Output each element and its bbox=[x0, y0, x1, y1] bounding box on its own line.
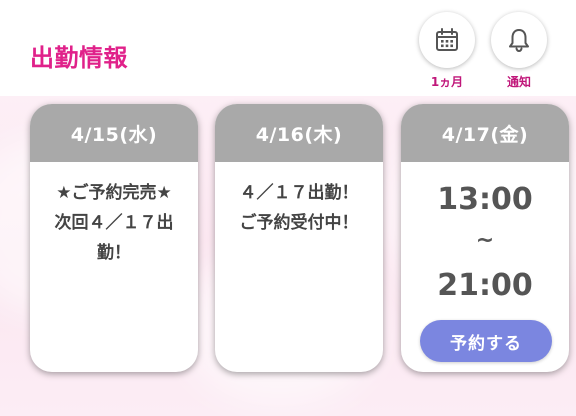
card-date: 4/16(木) bbox=[215, 104, 383, 162]
card-date: 4/15(水) bbox=[30, 104, 198, 162]
schedule-card: 4/16(木) ４／１７出勤！ ご予約受付中！ bbox=[215, 104, 383, 372]
card-message: ４／１７出勤！ ご予約受付中！ bbox=[239, 183, 359, 233]
notification-label: 通知 bbox=[506, 75, 531, 89]
reserve-button[interactable]: 予約する bbox=[420, 320, 552, 362]
schedule-card: 4/15(水) ★ご予約完売★ 次回４／１７出 勤！ bbox=[30, 104, 198, 372]
notification-button[interactable] bbox=[491, 12, 547, 68]
page-title: 出勤情報 bbox=[30, 44, 128, 72]
bell-icon bbox=[506, 27, 532, 53]
card-date: 4/17(金) bbox=[401, 104, 569, 162]
card-message: ★ご予約完売★ 次回４／１７出 勤！ bbox=[54, 183, 174, 263]
schedule-card: 4/17(金) 13:00 ~ 21:00 予約する bbox=[401, 104, 569, 372]
calendar-icon bbox=[434, 27, 460, 53]
time-separator: ~ bbox=[475, 228, 495, 253]
calendar-label: 1ヵ月 bbox=[430, 75, 464, 89]
end-time: 21:00 bbox=[437, 268, 533, 303]
calendar-button[interactable] bbox=[419, 12, 475, 68]
start-time: 13:00 bbox=[437, 182, 533, 217]
header-bar: 出勤情報 1ヵ月 通知 bbox=[0, 0, 576, 96]
